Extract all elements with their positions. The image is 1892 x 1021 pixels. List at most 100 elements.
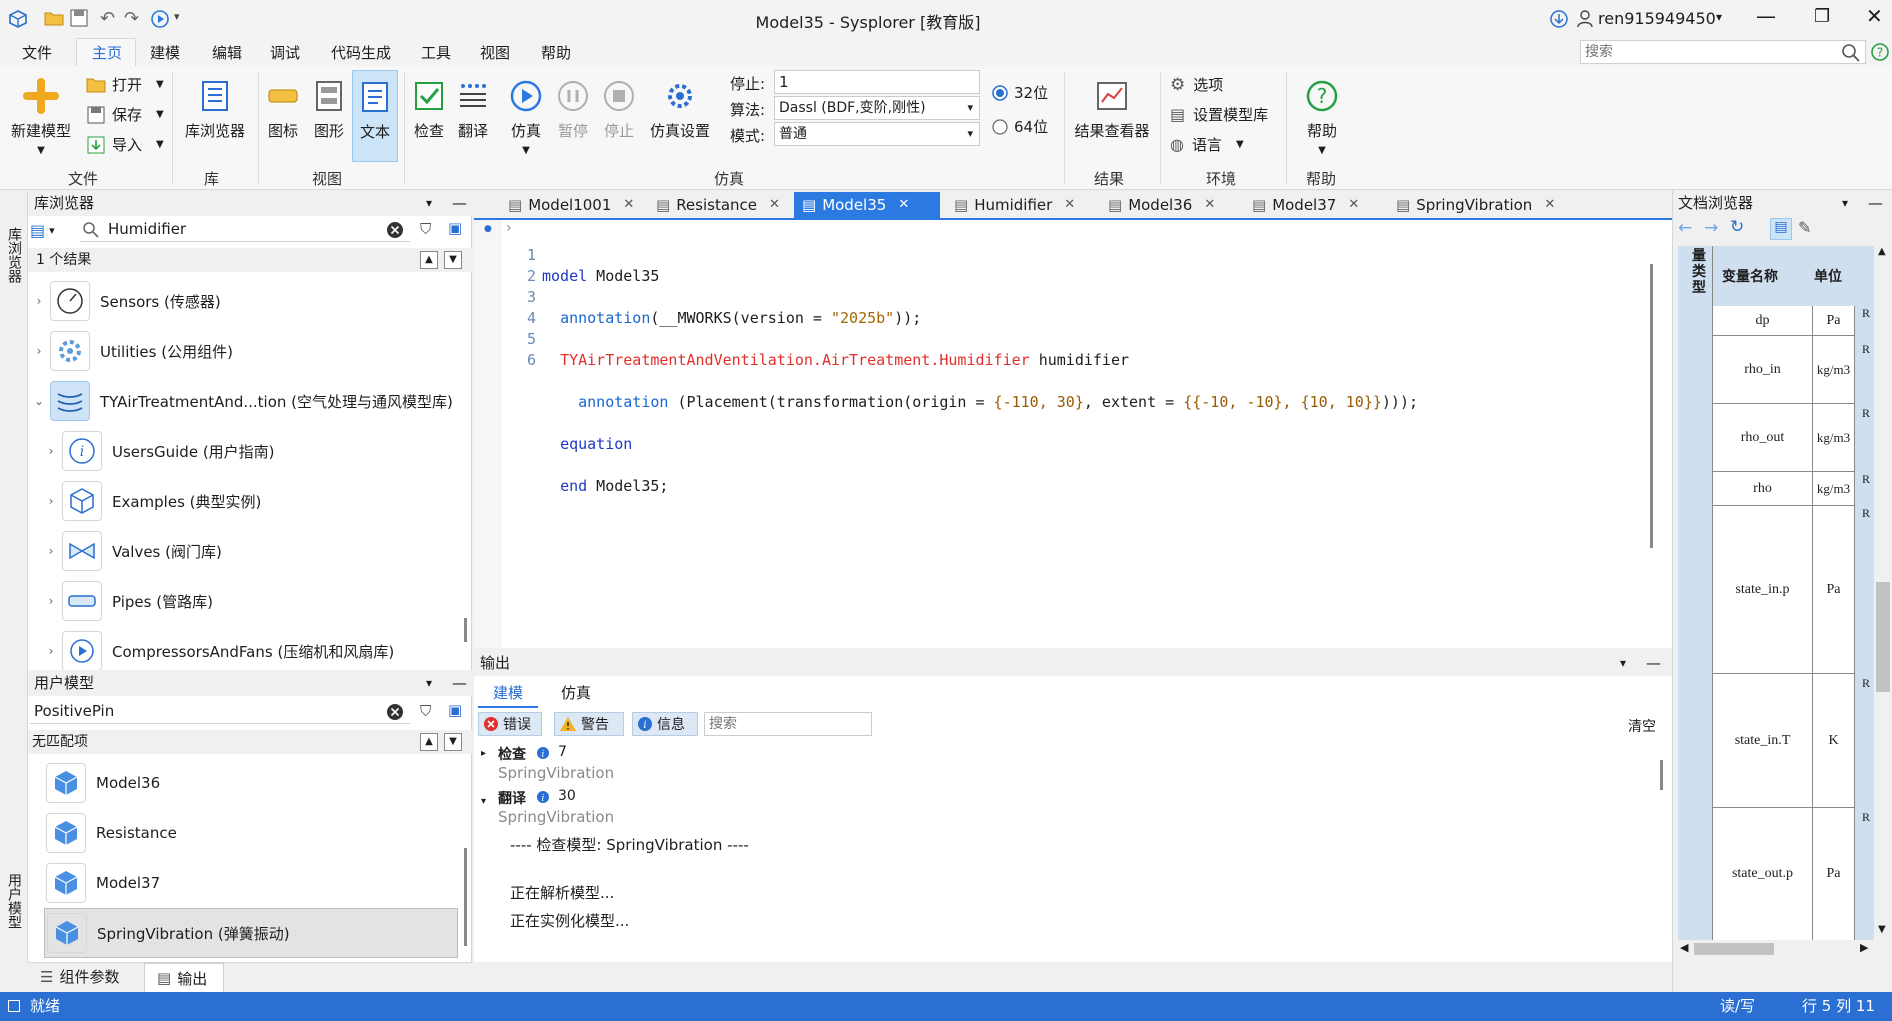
check-button[interactable]: 检查 xyxy=(408,78,450,141)
tab-edit[interactable]: 编辑 xyxy=(212,42,242,64)
close-tab-icon[interactable]: ✕ xyxy=(1348,192,1359,218)
new-model-button[interactable]: 新建模型 ▼ xyxy=(10,78,72,156)
panel-menu-icon[interactable]: ▾ xyxy=(1620,650,1626,676)
radio-32bit[interactable]: 32位 xyxy=(992,82,1048,103)
translate-button[interactable]: 翻译 xyxy=(452,78,494,141)
help-button[interactable]: ? 帮助 ▼ xyxy=(1300,78,1344,156)
tree-item-usersguide[interactable]: › i UsersGuide (用户指南) xyxy=(40,428,470,474)
user-name[interactable]: ren915949450 xyxy=(1598,9,1716,28)
mode-select[interactable]: 普通 ▾ xyxy=(774,122,980,146)
scroll-up-button[interactable]: ▲ xyxy=(420,251,438,269)
language-button[interactable]: ◍ 语言 ▼ xyxy=(1170,134,1244,155)
chevron-right-icon[interactable]: › xyxy=(40,594,62,608)
chevron-right-icon[interactable]: › xyxy=(40,544,62,558)
translate-entry-label[interactable]: 翻译 xyxy=(498,788,526,808)
output-tab-modeling[interactable]: 建模 xyxy=(478,680,538,708)
back-arrow-icon[interactable]: ← xyxy=(1678,218,1692,238)
icon-view-button[interactable]: 图标 xyxy=(262,78,304,141)
user-models-scrollbar-thumb[interactable] xyxy=(464,848,467,946)
user-model-item[interactable]: Resistance xyxy=(46,810,456,856)
algorithm-select[interactable]: Dassl (BDF,变阶,刚性) ▾ xyxy=(774,96,980,120)
doc-tab-model36[interactable]: ▤ Model36 ✕ xyxy=(1100,192,1223,218)
chevron-right-icon[interactable]: › xyxy=(40,644,62,658)
tab-file[interactable]: 文件 xyxy=(22,42,52,64)
result-viewer-button[interactable]: 结果查看器 xyxy=(1070,78,1154,141)
panel-minimize-icon[interactable]: — xyxy=(452,190,467,216)
tab-home[interactable]: 主页 xyxy=(92,42,122,64)
close-tab-icon[interactable]: ✕ xyxy=(898,192,909,218)
scroll-down-arrow-icon[interactable]: ▼ xyxy=(1878,924,1886,935)
code-text[interactable]: model Model35 annotation(__MWORKS(versio… xyxy=(542,245,1418,518)
chevron-down-icon[interactable]: ⌄ xyxy=(28,394,50,408)
editor-scrollbar-thumb[interactable] xyxy=(1650,264,1653,548)
tab-codegen[interactable]: 代码生成 xyxy=(331,42,391,64)
tree-item-pipes[interactable]: › Pipes (管路库) xyxy=(40,578,470,624)
doc-tab-springvibration[interactable]: ▤ SpringVibration ✕ xyxy=(1388,192,1563,218)
expand-arrow-icon[interactable]: ▾ xyxy=(481,796,486,807)
doc-view-icon[interactable]: ▤ xyxy=(1770,218,1792,240)
library-search-input[interactable]: Humidifier xyxy=(108,220,186,238)
chevron-right-icon[interactable]: › xyxy=(40,494,62,508)
doc-tab-humidifier[interactable]: ▤ Humidifier ✕ xyxy=(946,192,1083,218)
simulate-button[interactable]: 仿真 ▼ xyxy=(504,78,548,156)
layout-icon[interactable]: ▣ xyxy=(448,219,462,237)
vtab-user-models[interactable]: 用户模型 xyxy=(2,856,26,946)
clear-search-icon[interactable] xyxy=(386,221,404,239)
close-window-button[interactable]: ✕ xyxy=(1866,4,1883,28)
panel-menu-icon[interactable]: ▾ xyxy=(426,670,432,696)
tree-item-examples[interactable]: › Examples (典型实例) xyxy=(40,478,470,524)
edit-doc-icon[interactable]: ✎ xyxy=(1798,218,1811,237)
doc-tab-model37[interactable]: ▤ Model37 ✕ xyxy=(1244,192,1367,218)
panel-menu-icon[interactable]: ▾ xyxy=(1842,190,1848,216)
tree-item-tyairtreatment[interactable]: ⌄ TYAirTreatmentAnd...tion (空气处理与通风模型库) xyxy=(28,378,458,424)
clear-output-button[interactable]: 清空 xyxy=(1628,716,1656,736)
tab-component-params[interactable]: ☰ 组件参数 xyxy=(40,966,119,987)
text-view-button[interactable]: 文本 xyxy=(352,70,398,162)
output-scrollbar-thumb[interactable] xyxy=(1660,760,1663,790)
global-search-input[interactable] xyxy=(1585,43,1825,61)
tree-item-valves[interactable]: › Valves (阀门库) xyxy=(40,528,470,574)
close-tab-icon[interactable]: ✕ xyxy=(1204,192,1215,218)
tree-item-compressors[interactable]: › CompressorsAndFans (压缩机和风扇库) xyxy=(40,628,470,674)
forward-arrow-icon[interactable]: → xyxy=(1704,218,1718,238)
panel-menu-icon[interactable]: ▾ xyxy=(426,190,432,216)
filter-icon[interactable]: ⛉ xyxy=(420,220,431,238)
user-model-item-selected[interactable]: SpringVibration (弹簧振动) xyxy=(44,908,458,958)
filter-error-button[interactable]: 错误 xyxy=(478,712,542,736)
library-search-box[interactable]: Humidifier xyxy=(80,218,410,242)
scroll-right-arrow-icon[interactable]: ▶ xyxy=(1860,941,1868,954)
filter-icon[interactable]: ⛉ xyxy=(420,702,431,720)
doc-tab-resistance[interactable]: ▤ Resistance ✕ xyxy=(648,192,788,218)
stop-time-input[interactable]: 1 xyxy=(774,70,980,94)
maximize-button[interactable]: ❐ xyxy=(1814,6,1830,27)
tree-item-sensors[interactable]: › Sensors (传感器) xyxy=(28,278,458,324)
output-search-box[interactable] xyxy=(704,712,872,736)
scroll-down-button[interactable]: ▼ xyxy=(444,251,462,269)
chevron-right-icon[interactable]: › xyxy=(28,344,50,358)
layout-icon[interactable]: ▣ xyxy=(448,701,462,719)
doc-vscroll-thumb[interactable] xyxy=(1876,582,1890,692)
save-button[interactable]: 保存 ▼ xyxy=(86,104,164,125)
scroll-down-button[interactable]: ▼ xyxy=(444,733,462,751)
tab-view[interactable]: 视图 xyxy=(480,42,510,64)
tab-modeling[interactable]: 建模 xyxy=(150,42,180,64)
filter-info-button[interactable]: i 信息 xyxy=(632,712,698,736)
library-browser-button[interactable]: 库浏览器 xyxy=(180,78,250,141)
output-search-input[interactable] xyxy=(709,715,865,733)
tab-help[interactable]: 帮助 xyxy=(541,42,571,64)
panel-minimize-icon[interactable]: — xyxy=(1646,650,1661,676)
view-mode-dropdown[interactable]: ▤ ▾ xyxy=(30,218,80,242)
close-tab-icon[interactable]: ✕ xyxy=(1544,192,1555,218)
close-tab-icon[interactable]: ✕ xyxy=(1064,192,1075,218)
tab-tools[interactable]: 工具 xyxy=(421,42,451,64)
doc-vertical-scrollbar[interactable]: ▲ ▼ xyxy=(1874,246,1892,940)
import-button[interactable]: 导入 ▼ xyxy=(86,134,164,155)
close-tab-icon[interactable]: ✕ xyxy=(769,192,780,218)
user-dropdown-icon[interactable]: ▾ xyxy=(1716,10,1722,24)
refresh-icon[interactable]: ↻ xyxy=(1730,217,1744,237)
user-model-item[interactable]: Model36 xyxy=(46,760,456,806)
output-tab-simulation[interactable]: 仿真 xyxy=(546,680,606,708)
chevron-right-icon[interactable]: › xyxy=(40,444,62,458)
filter-warning-button[interactable]: 警告 xyxy=(554,712,624,736)
options-button[interactable]: ⚙ 选项 xyxy=(1170,74,1223,95)
